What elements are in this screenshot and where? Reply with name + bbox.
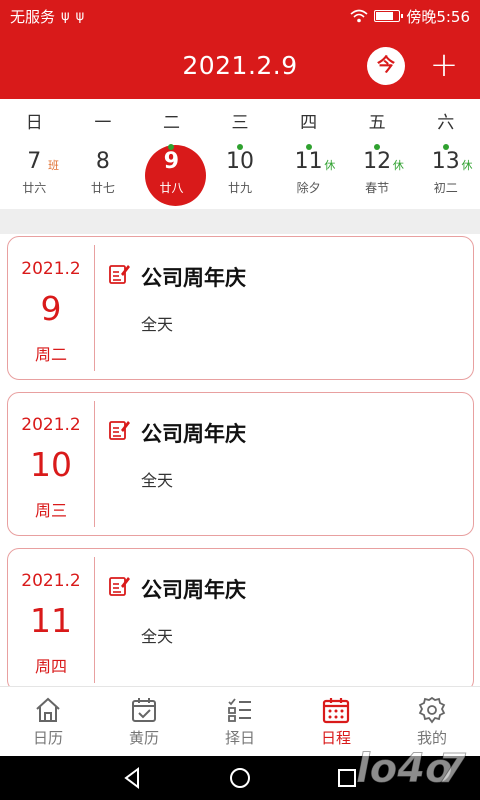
event-date-column: 2021.2 11 周四 <box>8 557 95 683</box>
weekday-label: 五 <box>368 113 386 133</box>
tab-almanac[interactable]: 黄历 <box>96 687 192 756</box>
tab-schedule[interactable]: 日程 <box>288 687 384 756</box>
day-cell-7[interactable]: 7 班 廿六 <box>0 137 69 209</box>
bottom-tab-bar: 日历 黄历 择日 日程 我的 <box>0 686 480 756</box>
status-bar: 无服务 ψ ψ 傍晚5:56 <box>0 0 480 32</box>
weekday-label: 一 <box>94 113 112 133</box>
week-strip: 7 班 廿六 8 廿七 9 廿八 10 廿九 11 休 除夕 12 休 春节 1… <box>0 137 480 209</box>
home-circle-icon[interactable] <box>225 764 255 792</box>
tab-label: 黄历 <box>128 729 159 747</box>
event-weekday: 周二 <box>34 345 67 364</box>
day-cell-11[interactable]: 11 休 除夕 <box>274 137 343 209</box>
carrier-label: 无服务 <box>10 7 56 26</box>
holiday-tag: 休 <box>324 159 336 172</box>
event-title: 公司周年庆 <box>141 578 246 602</box>
today-button[interactable]: 今 <box>367 47 405 85</box>
section-divider <box>0 209 480 234</box>
edit-note-icon <box>109 265 130 284</box>
workday-tag: 班 <box>48 159 59 172</box>
day-number: 9 <box>163 149 180 174</box>
tab-label: 择日 <box>224 729 255 747</box>
edit-note-icon <box>109 421 130 440</box>
event-card[interactable]: 2021.2 10 周三 公司周年庆 全天 <box>7 392 474 536</box>
day-number: 8 <box>95 149 110 174</box>
lunar-date: 廿八 <box>159 181 184 195</box>
event-card[interactable]: 2021.2 11 周四 公司周年庆 全天 <box>7 548 474 686</box>
back-icon[interactable] <box>118 764 148 792</box>
list-icon <box>228 698 251 722</box>
weekday-label: 日 <box>25 113 43 133</box>
tab-label: 我的 <box>416 729 447 747</box>
system-nav-bar <box>0 756 480 800</box>
lunar-date: 春节 <box>365 181 390 195</box>
weekday-label: 六 <box>437 113 455 133</box>
schedule-icon <box>322 698 350 724</box>
tab-label: 日历 <box>32 729 63 747</box>
event-year-month: 2021.2 <box>21 571 81 591</box>
wifi-icon <box>350 9 368 23</box>
tab-calendar[interactable]: 日历 <box>0 687 96 756</box>
event-year-month: 2021.2 <box>21 415 81 435</box>
recents-icon[interactable] <box>332 764 362 792</box>
event-year-month: 2021.2 <box>21 259 81 279</box>
event-day: 11 <box>30 601 72 640</box>
edit-note-icon <box>109 577 130 596</box>
day-number: 10 <box>226 149 255 174</box>
day-cell-10[interactable]: 10 廿九 <box>206 137 275 209</box>
add-event-button[interactable]: + <box>428 46 460 84</box>
day-cell-8[interactable]: 8 廿七 <box>69 137 138 209</box>
lunar-date: 廿七 <box>90 181 115 195</box>
weekday-label: 四 <box>300 113 318 133</box>
tab-date-picker[interactable]: 择日 <box>192 687 288 756</box>
weekday-header: 日 一 二 三 四 五 六 <box>0 99 480 137</box>
calendar-check-icon <box>132 698 156 722</box>
event-day: 9 <box>40 289 62 328</box>
clock-label: 傍晚5:56 <box>406 7 470 26</box>
event-time: 全天 <box>141 627 174 646</box>
tab-label: 日程 <box>320 729 351 747</box>
page-title[interactable]: 2021.2.9 <box>0 32 480 99</box>
holiday-tag: 休 <box>461 159 473 172</box>
event-title: 公司周年庆 <box>141 422 246 446</box>
day-cell-13[interactable]: 13 休 初二 <box>411 137 480 209</box>
event-card[interactable]: 2021.2 9 周二 公司周年庆 全天 <box>7 236 474 380</box>
day-cell-9[interactable]: 9 廿八 <box>137 137 207 209</box>
schedule-list[interactable]: 2021.2 9 周二 公司周年庆 全天 2021.2 10 周三 公司周年庆 … <box>0 234 480 686</box>
event-time: 全天 <box>141 471 174 490</box>
app-header: 2021.2.9 今 + <box>0 32 480 99</box>
event-day: 10 <box>30 445 72 484</box>
event-title: 公司周年庆 <box>141 266 246 290</box>
event-time: 全天 <box>141 315 174 334</box>
lunar-date: 除夕 <box>296 181 321 195</box>
event-weekday: 周三 <box>34 501 67 520</box>
gear-icon <box>418 696 446 724</box>
home-icon <box>36 697 60 722</box>
usb-icon-2: ψ <box>75 8 85 24</box>
lunar-date: 廿九 <box>228 181 253 195</box>
event-date-column: 2021.2 10 周三 <box>8 401 95 527</box>
holiday-tag: 休 <box>392 159 404 172</box>
lunar-date: 廿六 <box>22 181 47 195</box>
lunar-date: 初二 <box>433 181 458 195</box>
usb-icon: ψ <box>61 8 70 24</box>
battery-icon <box>374 10 404 22</box>
event-date-column: 2021.2 9 周二 <box>8 245 95 371</box>
tab-profile[interactable]: 我的 <box>384 687 480 756</box>
event-weekday: 周四 <box>34 657 67 676</box>
weekday-label: 二 <box>162 113 180 133</box>
weekday-label: 三 <box>231 113 249 133</box>
day-cell-12[interactable]: 12 休 春节 <box>343 137 412 209</box>
